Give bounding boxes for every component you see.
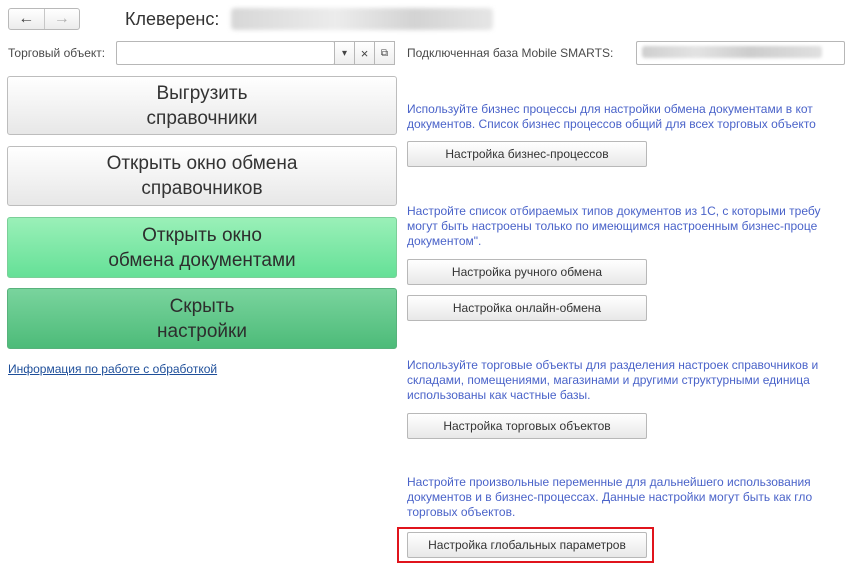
mobile-base-label: Подключенная база Mobile SMARTS:	[407, 46, 614, 60]
open-catalog-exchange-button[interactable]: Открыть окно обмена справочников	[7, 146, 397, 206]
export-catalogs-button[interactable]: Выгрузить справочники	[7, 76, 397, 135]
trade-objects-hint: Используйте торговые объекты для разделе…	[407, 358, 819, 402]
trade-objects-button[interactable]: Настройка торговых объектов	[407, 413, 647, 439]
trade-object-label: Торговый объект:	[8, 46, 106, 60]
business-processes-button[interactable]: Настройка бизнес-процессов	[407, 141, 647, 167]
hide-settings-button[interactable]: Скрыть настройки	[7, 288, 397, 349]
forward-arrow-icon[interactable]: →	[45, 9, 80, 29]
title-redacted	[231, 8, 493, 30]
info-link[interactable]: Информация по работе с обработкой	[8, 362, 217, 376]
nav-buttons: ← →	[8, 8, 80, 30]
manual-exchange-button[interactable]: Настройка ручного обмена	[407, 259, 647, 285]
manual-exchange-hint: Настройте список отбираемых типов докуме…	[407, 204, 821, 248]
open-icon[interactable]: ⧉	[374, 41, 395, 65]
global-params-hint: Настройте произвольные переменные для да…	[407, 475, 813, 519]
chevron-down-icon[interactable]: ▾	[334, 41, 355, 65]
open-document-exchange-button[interactable]: Открыть окно обмена документами	[7, 217, 397, 278]
clear-icon[interactable]: ×	[354, 41, 375, 65]
page-title: Клеверенс:	[125, 9, 220, 29]
back-arrow-icon[interactable]: ←	[9, 9, 45, 29]
mobile-base-redacted	[642, 46, 822, 58]
trade-object-input[interactable]	[116, 41, 335, 65]
business-processes-hint: Используйте бизнес процессы для настройк…	[407, 102, 816, 131]
online-exchange-button[interactable]: Настройка онлайн-обмена	[407, 295, 647, 321]
global-params-button[interactable]: Настройка глобальных параметров	[407, 532, 647, 558]
